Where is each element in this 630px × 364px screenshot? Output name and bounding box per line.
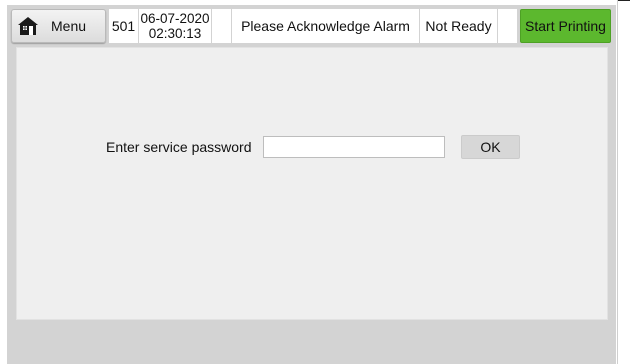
screen: Menu 501 06-07-2020 02:30:13 Please Ackn… <box>0 0 630 364</box>
start-printing-button[interactable]: Start Printing <box>520 9 611 43</box>
station-number: 501 <box>109 9 138 43</box>
menu-button[interactable]: Menu <box>11 9 106 43</box>
time-text: 02:30:13 <box>148 26 202 41</box>
edge-line-vertical <box>617 0 618 364</box>
edge-line <box>617 0 630 1</box>
menu-label: Menu <box>51 18 87 34</box>
status-slot-2 <box>498 9 517 43</box>
alarm-message[interactable]: Please Acknowledge Alarm <box>232 9 419 43</box>
status-badge: Not Ready <box>420 9 497 43</box>
status-slot <box>212 9 231 43</box>
service-panel <box>16 47 608 320</box>
date-text: 06-07-2020 <box>140 11 210 26</box>
home-icon <box>18 17 38 35</box>
password-label: Enter service password <box>106 139 252 155</box>
datetime-display: 06-07-2020 02:30:13 <box>139 9 211 43</box>
password-input[interactable] <box>263 136 445 158</box>
ok-button[interactable]: OK <box>461 135 520 159</box>
